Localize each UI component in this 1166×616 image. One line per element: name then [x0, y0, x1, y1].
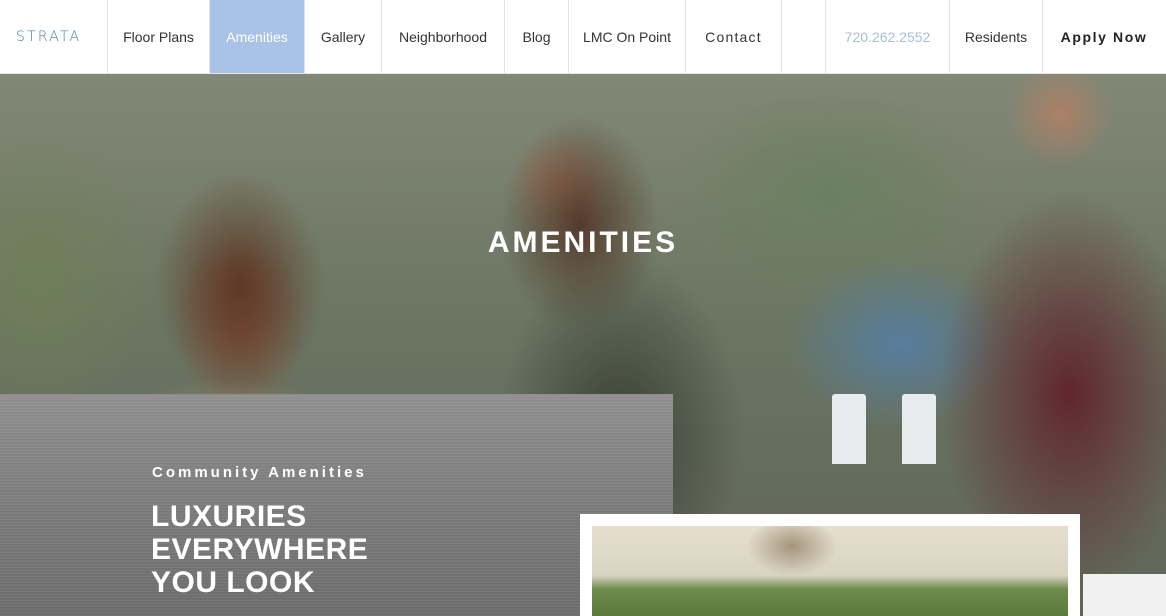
community-amenities-panel: Community Amenities LUXURIES EVERYWHERE …	[0, 394, 673, 616]
nav-floor-plans[interactable]: Floor Plans	[108, 0, 210, 73]
fence-post	[832, 394, 866, 464]
next-card-edge	[1083, 574, 1166, 616]
nav-lmc-on-point[interactable]: LMC On Point	[569, 0, 686, 73]
nav-contact[interactable]: Contact	[686, 0, 782, 73]
amenity-photo-card	[580, 514, 1080, 616]
section-heading: LUXURIES EVERYWHERE YOU LOOK	[151, 500, 368, 599]
page-title: AMENITIES	[487, 226, 679, 259]
heading-line: EVERYWHERE	[151, 533, 369, 566]
section-eyebrow: Community Amenities	[152, 464, 367, 481]
heading-line: YOU LOOK	[151, 566, 316, 599]
nav-blog[interactable]: Blog	[505, 0, 569, 73]
strata-logo[interactable]: STRATA	[0, 0, 108, 73]
phone-link[interactable]: 720.262.2552	[826, 0, 950, 73]
nav-amenities[interactable]: Amenities	[210, 0, 305, 73]
apply-now-button[interactable]: Apply Now	[1043, 0, 1165, 73]
amenity-photo	[592, 526, 1068, 616]
heading-line: LUXURIES	[151, 500, 307, 533]
nav-gallery[interactable]: Gallery	[305, 0, 382, 73]
nav-residents[interactable]: Residents	[950, 0, 1043, 73]
nav-neighborhood[interactable]: Neighborhood	[382, 0, 505, 73]
fence-post	[902, 394, 936, 464]
nav-spacer	[782, 0, 826, 73]
top-navigation: STRATA Floor Plans Amenities Gallery Nei…	[0, 0, 1166, 74]
